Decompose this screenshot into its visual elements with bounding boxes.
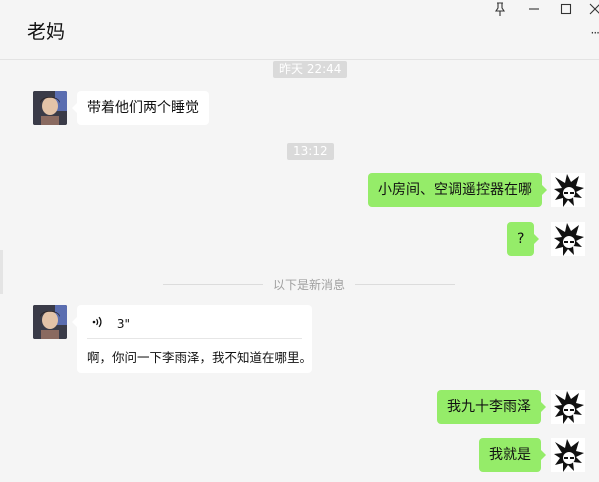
my-avatar[interactable] [551, 173, 585, 207]
timestamp: 13:12 [287, 143, 334, 160]
voice-duration: 3" [116, 316, 130, 331]
contact-avatar[interactable] [33, 305, 67, 339]
voice-wave-icon [91, 315, 105, 332]
my-avatar[interactable] [551, 438, 585, 472]
scrollbar[interactable] [0, 250, 3, 294]
message-bubble[interactable]: ? [507, 222, 540, 256]
voice-transcript: 啊，你问一下李雨泽，我不知道在哪里。 [87, 350, 313, 365]
message-bubble[interactable]: 带着他们两个睡觉 [72, 91, 209, 125]
more-dots-icon[interactable]: ··· [591, 26, 599, 40]
message-bubble[interactable]: 我就是 [479, 438, 546, 472]
pin-icon[interactable] [490, 2, 510, 20]
minimize-icon[interactable] [524, 2, 544, 20]
new-messages-divider: 以下是新消息 [273, 278, 346, 292]
maximize-icon[interactable] [556, 2, 576, 20]
contact-avatar[interactable] [33, 91, 67, 125]
message-bubble[interactable]: 小房间、空调遥控器在哪 [368, 173, 547, 207]
message-bubble[interactable]: 我九十李雨泽 [437, 390, 546, 424]
voice-message[interactable]: 3" 啊，你问一下李雨泽，我不知道在哪里。 [72, 305, 313, 373]
timestamp: 昨天 22:44 [273, 61, 348, 78]
voice-separator [87, 338, 302, 339]
chat-title: 老妈 [27, 21, 66, 43]
divider-line [355, 284, 455, 285]
my-avatar[interactable] [551, 390, 585, 424]
chat-header: 老妈 ··· [0, 0, 599, 60]
my-avatar[interactable] [551, 222, 585, 256]
voice-player[interactable]: 3" [91, 315, 130, 331]
divider-line [163, 284, 263, 285]
close-icon[interactable] [585, 2, 599, 20]
